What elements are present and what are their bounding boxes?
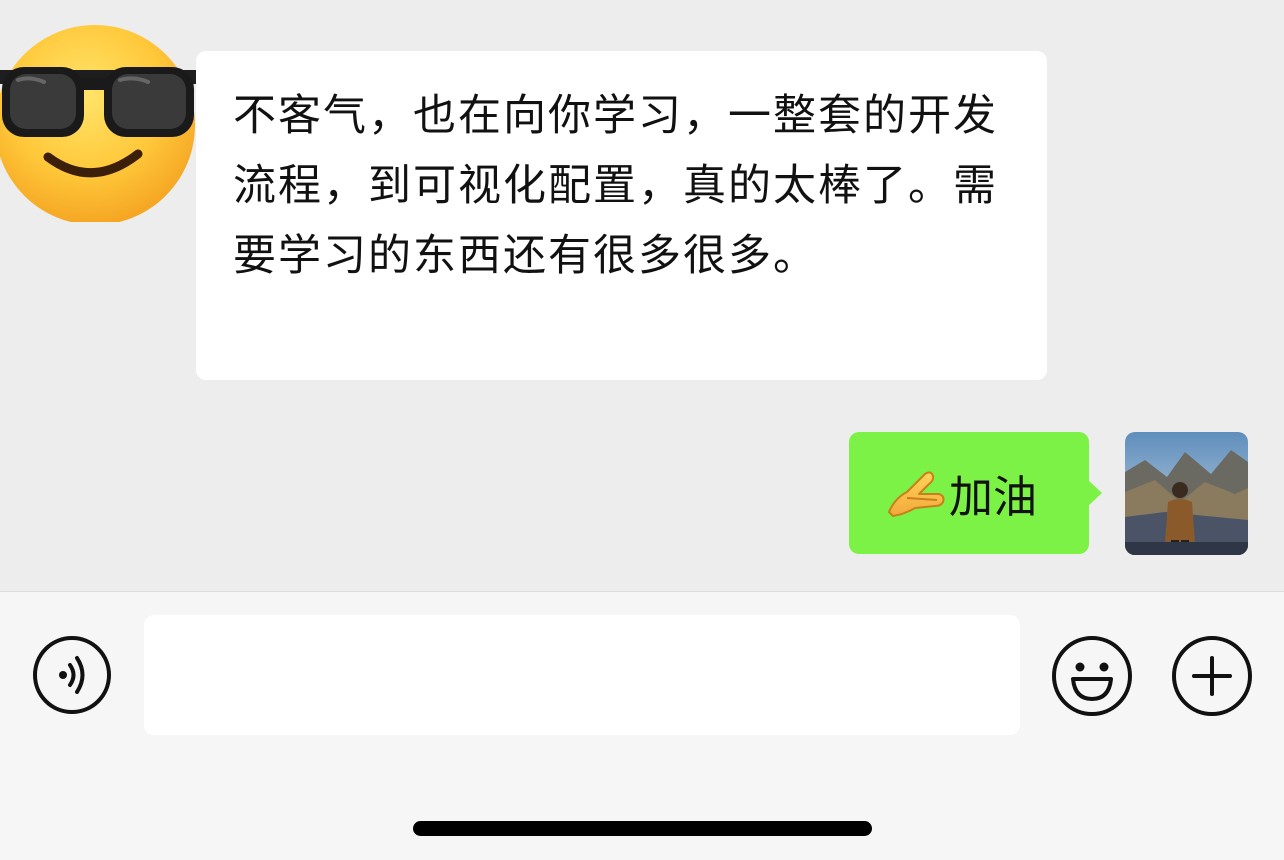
smile-icon[interactable] <box>1051 635 1133 717</box>
message-text: 加油 <box>949 472 1037 523</box>
message-text: 不客气，也在向你学习，一整套的开发流程，到可视化配置，真的太棒了。需要学习的东西… <box>233 91 998 281</box>
plus-circle-icon[interactable] <box>1171 635 1253 717</box>
chat-message-list[interactable]: 不客气，也在向你学习，一整套的开发流程，到可视化配置，真的太棒了。需要学习的东西… <box>0 0 1284 591</box>
message-input[interactable] <box>144 615 1020 735</box>
message-bubble-sent[interactable]: 加油 <box>849 432 1102 554</box>
user-photo-avatar[interactable] <box>1125 432 1248 555</box>
home-indicator[interactable] <box>413 821 872 836</box>
chat-input-bar <box>0 591 1284 860</box>
voice-icon[interactable] <box>32 635 112 715</box>
message-bubble-received[interactable]: 不客气，也在向你学习，一整套的开发流程，到可视化配置，真的太棒了。需要学习的东西… <box>196 51 1047 380</box>
sunglasses-emoji-icon[interactable] <box>0 12 200 225</box>
pinching-hand-emoji-icon <box>885 468 947 518</box>
